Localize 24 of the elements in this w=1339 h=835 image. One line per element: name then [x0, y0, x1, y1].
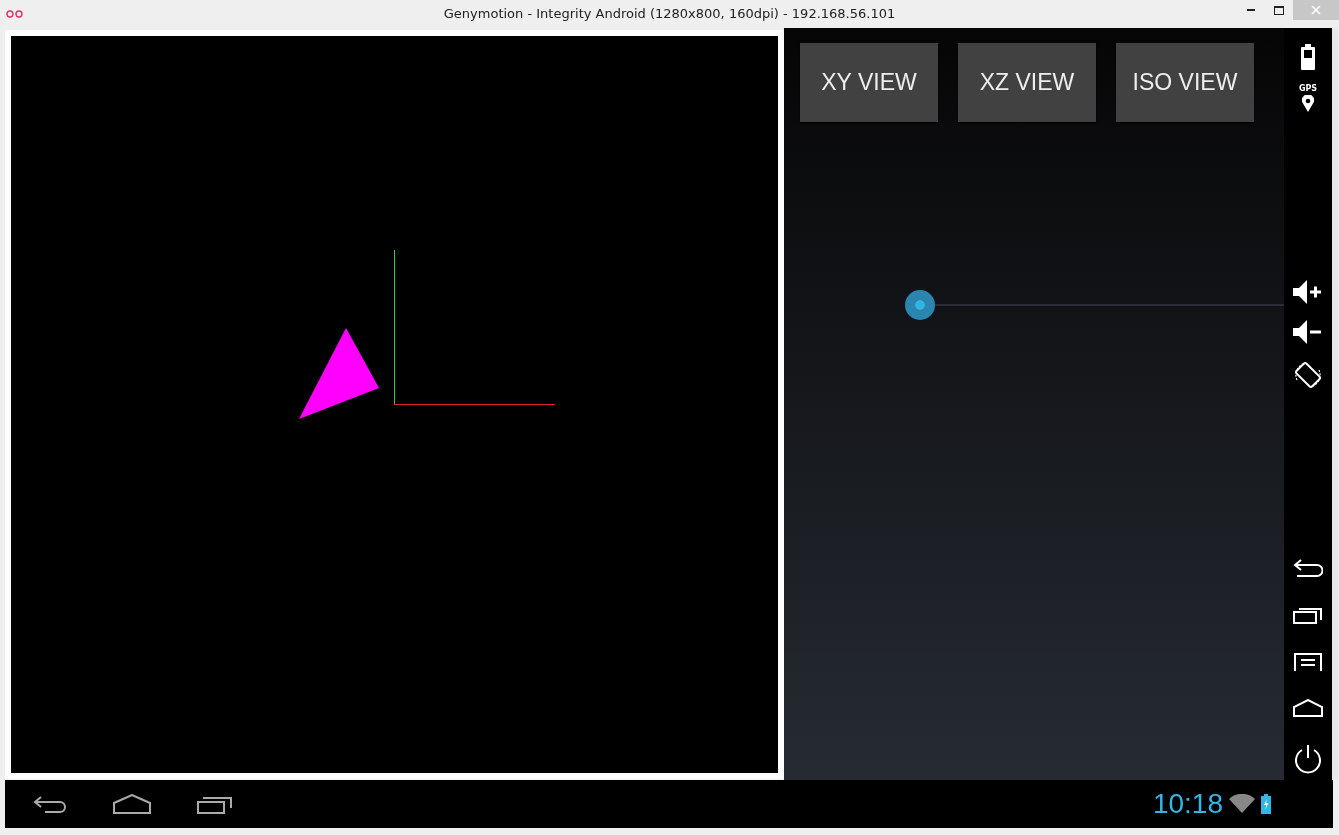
back-icon[interactable] [33, 795, 67, 813]
wifi-icon [1229, 794, 1255, 814]
window-title: Genymotion - Integrity Android (1280x800, 160dpi) - 192.168.56.101 [443, 6, 896, 21]
maximize-icon [1274, 5, 1284, 15]
slider-thumb[interactable] [905, 290, 935, 320]
battery-icon[interactable] [1301, 44, 1315, 70]
minimize-icon [1247, 9, 1255, 11]
clock: 10:18 [1152, 788, 1223, 820]
home-icon[interactable] [113, 794, 151, 814]
power-icon[interactable] [1294, 744, 1322, 774]
volume-up-icon[interactable] [1293, 280, 1323, 304]
gps-label: GPS [1298, 84, 1318, 93]
rotate-icon[interactable] [1293, 360, 1323, 390]
view-button[interactable]: ISO VIEW [1116, 43, 1254, 122]
recent-apps-icon[interactable] [1293, 605, 1323, 625]
view-button[interactable]: XZ VIEW [958, 43, 1096, 122]
location-pin-icon[interactable] [1302, 95, 1314, 112]
view-button[interactable]: XY VIEW [800, 43, 938, 122]
menu-icon[interactable] [1293, 652, 1323, 672]
recent-apps-icon[interactable] [197, 794, 233, 814]
volume-down-icon[interactable] [1293, 320, 1323, 344]
close-icon [1311, 5, 1321, 15]
app-logo-icon [6, 10, 24, 18]
battery-charging-icon [1261, 794, 1271, 814]
